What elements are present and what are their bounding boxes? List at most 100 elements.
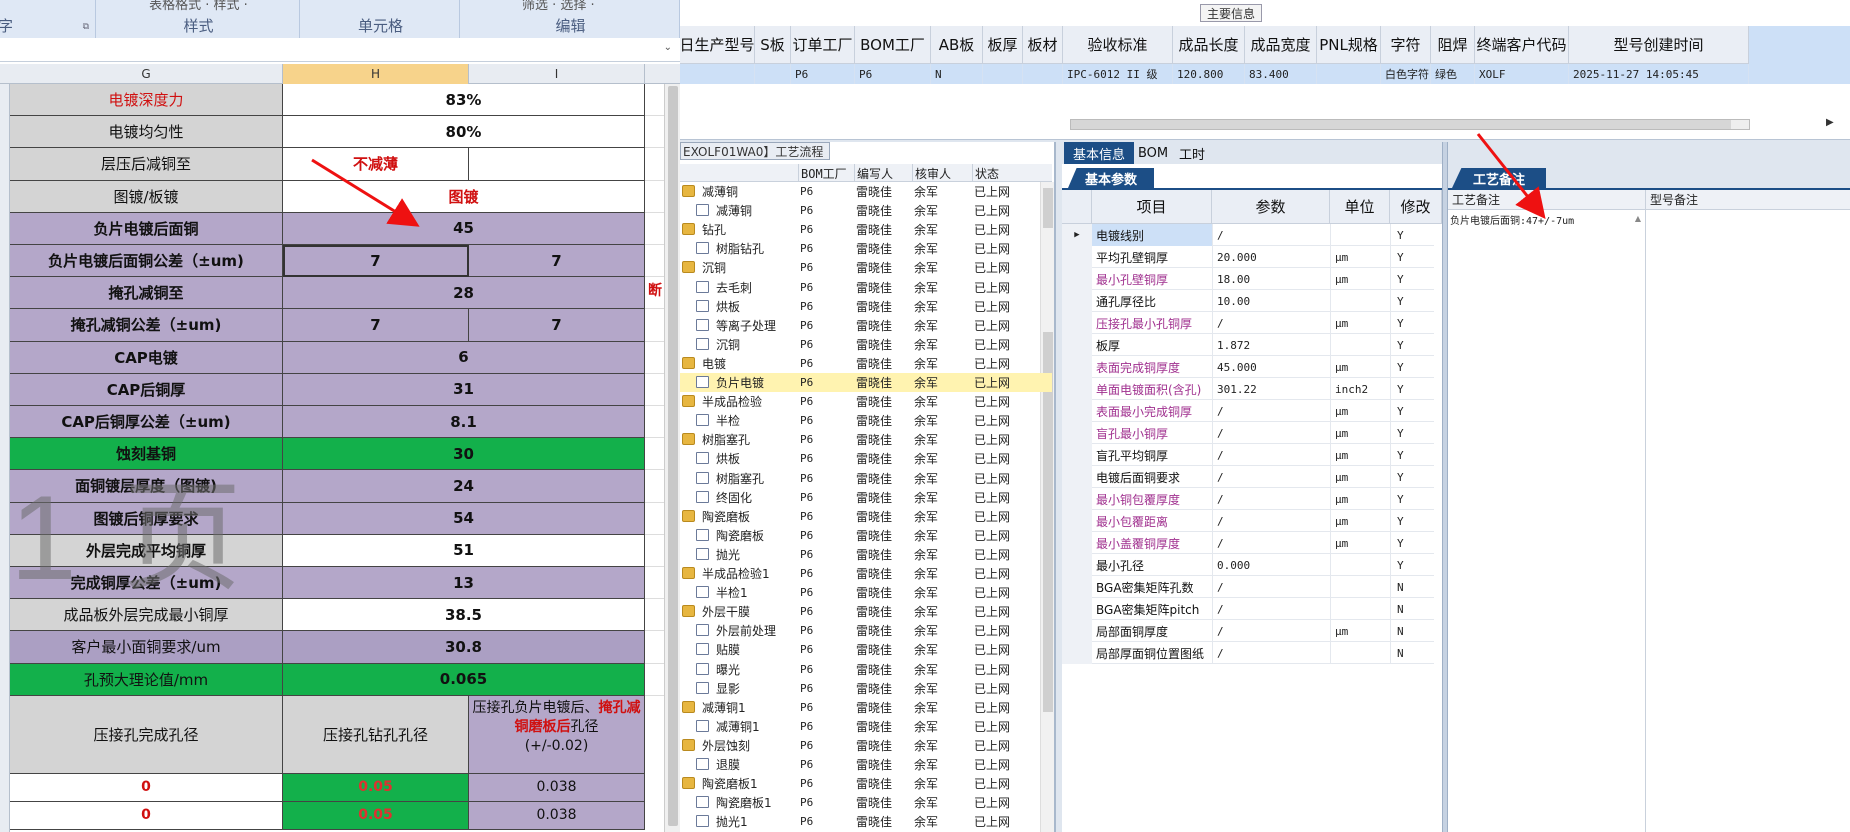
- main-header-cell[interactable]: 成品宽度: [1245, 26, 1317, 64]
- note-scroll-up-icon[interactable]: ▲: [1635, 214, 1641, 223]
- ribbon-top-text[interactable]: 筛选 · 选择 ·: [522, 0, 679, 13]
- bottom-value[interactable]: 0.05: [283, 773, 469, 802]
- main-row-cell[interactable]: 83.400: [1245, 64, 1317, 84]
- bottom-value[interactable]: 0.038: [469, 773, 645, 802]
- flow-row[interactable]: 树脂塞孔 P6 雷晓佳 余军 已上网: [680, 430, 1052, 449]
- flow-row[interactable]: 贴膜 P6 雷晓佳 余军 已上网: [680, 640, 1052, 659]
- flow-row[interactable]: 半检1 P6 雷晓佳 余军 已上网: [680, 583, 1052, 602]
- flow-row[interactable]: 半成品检验 P6 雷晓佳 余军 已上网: [680, 392, 1052, 411]
- main-header-cell[interactable]: 验收标准: [1063, 26, 1173, 64]
- basic-header-cell[interactable]: 单位: [1330, 190, 1390, 224]
- main-header-cell[interactable]: 终端客户代码: [1475, 26, 1569, 64]
- value-cell[interactable]: 31: [283, 373, 645, 406]
- flow-row[interactable]: 半成品检验1 P6 雷晓佳 余军 已上网: [680, 564, 1052, 583]
- param-row[interactable]: 电镀后面铜要求 / μm Y: [1062, 466, 1434, 488]
- param-row[interactable]: 最小铜包覆厚度 / μm Y: [1062, 488, 1434, 510]
- value-cell[interactable]: 图镀: [283, 180, 645, 213]
- param-value[interactable]: /: [1212, 620, 1330, 642]
- value-cell-h[interactable]: 7: [283, 309, 469, 342]
- main-row-cell[interactable]: 2025-11-27 14:05:45: [1569, 64, 1749, 84]
- param-value[interactable]: 10.00: [1212, 290, 1330, 312]
- main-row-cell[interactable]: [1317, 64, 1381, 84]
- main-row-cell[interactable]: XOLF: [1475, 64, 1569, 84]
- flow-row[interactable]: 电镀 P6 雷晓佳 余军 已上网: [680, 354, 1052, 373]
- value-cell-i[interactable]: 7: [469, 309, 645, 342]
- value-cell[interactable]: 8.1: [283, 406, 645, 439]
- expand-formula-icon[interactable]: ⌄: [664, 42, 672, 53]
- scrollbar-thumb[interactable]: [668, 86, 678, 826]
- value-cell[interactable]: 28: [283, 277, 645, 310]
- flow-row[interactable]: 去毛刺 P6 雷晓佳 余军 已上网: [680, 278, 1052, 297]
- flow-row[interactable]: 陶瓷磨板1 P6 雷晓佳 余军 已上网: [680, 793, 1052, 812]
- flow-header-cell[interactable]: BOM工厂: [798, 164, 854, 182]
- flow-row[interactable]: 陶瓷磨板1 P6 雷晓佳 余军 已上网: [680, 774, 1052, 793]
- param-value[interactable]: 45.000: [1212, 356, 1330, 378]
- flow-header-name[interactable]: [680, 164, 798, 182]
- param-value[interactable]: /: [1212, 576, 1330, 598]
- main-header-cell[interactable]: 日生产型号: [680, 26, 755, 64]
- param-row[interactable]: 压接孔最小孔铜厚 / μm Y: [1062, 312, 1434, 334]
- main-row-cell[interactable]: [755, 64, 791, 84]
- main-row-cell[interactable]: P6: [791, 64, 855, 84]
- value-cell[interactable]: 51: [283, 534, 645, 567]
- flow-row[interactable]: 陶瓷磨板 P6 雷晓佳 余军 已上网: [680, 507, 1052, 526]
- basic-header-cell[interactable]: 项目: [1092, 190, 1212, 224]
- main-header-cell[interactable]: 型号创建时间: [1569, 26, 1749, 64]
- flow-tab[interactable]: EXOLF01WA0】工艺流程: [680, 142, 830, 160]
- param-value[interactable]: 18.00: [1212, 268, 1330, 290]
- flow-row[interactable]: 退膜 P6 雷晓佳 余军 已上网: [680, 755, 1052, 774]
- value-cell[interactable]: 30: [283, 438, 645, 471]
- value-cell[interactable]: 45: [283, 212, 645, 245]
- param-value[interactable]: 301.22: [1212, 378, 1330, 400]
- flow-row[interactable]: 烘板 P6 雷晓佳 余军 已上网: [680, 449, 1052, 468]
- main-header-cell[interactable]: BOM工厂: [855, 26, 931, 64]
- param-value[interactable]: /: [1212, 400, 1330, 422]
- tab-process-notes[interactable]: 工艺备注: [1452, 168, 1546, 188]
- main-row-cell[interactable]: P6: [855, 64, 931, 84]
- flow-row[interactable]: 沉铜 P6 雷晓佳 余军 已上网: [680, 335, 1052, 354]
- flow-row[interactable]: 抛光 P6 雷晓佳 余军 已上网: [680, 545, 1052, 564]
- value-cell[interactable]: 80%: [283, 116, 645, 149]
- horizontal-scrollbar[interactable]: [1070, 119, 1750, 130]
- value-cell[interactable]: 30.8: [283, 631, 645, 664]
- param-row[interactable]: 盲孔平均铜厚 / μm Y: [1062, 444, 1434, 466]
- main-header-cell[interactable]: 阻焊: [1431, 26, 1475, 64]
- param-row[interactable]: 局部面铜厚度 / μm N: [1062, 620, 1434, 642]
- flow-row[interactable]: 减薄铜 P6 雷晓佳 余军 已上网: [680, 201, 1052, 220]
- flow-row[interactable]: 沉铜 P6 雷晓佳 余军 已上网: [680, 258, 1052, 277]
- flow-row[interactable]: 减薄铜 P6 雷晓佳 余军 已上网: [680, 182, 1052, 201]
- bottom-value[interactable]: 0: [10, 773, 283, 802]
- value-cell[interactable]: 0.065: [283, 663, 645, 696]
- column-header-g[interactable]: G: [10, 64, 283, 84]
- flow-row[interactable]: 减薄铜1 P6 雷晓佳 余军 已上网: [680, 717, 1052, 736]
- param-value[interactable]: /: [1212, 598, 1330, 620]
- param-value[interactable]: /: [1212, 642, 1330, 664]
- subtab-basic-params[interactable]: 基本参数: [1068, 168, 1154, 188]
- main-header-cell[interactable]: 订单工厂: [791, 26, 855, 64]
- flow-row[interactable]: 负片电镀 P6 雷晓佳 余军 已上网: [680, 373, 1052, 392]
- param-value[interactable]: /: [1212, 312, 1330, 334]
- value-cell-h[interactable]: 不减薄: [283, 148, 469, 181]
- flow-row[interactable]: 曝光 P6 雷晓佳 余军 已上网: [680, 660, 1052, 679]
- param-row[interactable]: 最小孔径 0.000 Y: [1062, 554, 1434, 576]
- main-row-cell[interactable]: 白色字符: [1381, 64, 1431, 84]
- main-row-cell[interactable]: 绿色: [1431, 64, 1475, 84]
- excel-vertical-scrollbar[interactable]: [664, 84, 680, 832]
- notes-col-process[interactable]: 工艺备注: [1448, 190, 1646, 210]
- dialog-launcher-icon[interactable]: ⧉: [83, 22, 89, 32]
- process-note-cell[interactable]: 负片电镀后面铜:47+/-7um ▲: [1448, 210, 1646, 832]
- param-row[interactable]: 最小孔壁铜厚 18.00 μm Y: [1062, 268, 1434, 290]
- param-value[interactable]: /: [1212, 532, 1330, 554]
- param-value[interactable]: 1.872: [1212, 334, 1330, 356]
- param-row[interactable]: 板厚 1.872 Y: [1062, 334, 1434, 356]
- column-header-i[interactable]: I: [469, 64, 645, 84]
- param-row[interactable]: 平均孔壁铜厚 20.000 μm Y: [1062, 246, 1434, 268]
- main-row-cell[interactable]: [1023, 64, 1063, 84]
- main-row-cell[interactable]: N: [931, 64, 983, 84]
- flow-row[interactable]: 树脂钻孔 P6 雷晓佳 余军 已上网: [680, 239, 1052, 258]
- param-value[interactable]: /: [1212, 224, 1330, 246]
- main-header-cell[interactable]: 板材: [1023, 26, 1063, 64]
- value-cell-i[interactable]: [469, 148, 645, 181]
- param-row[interactable]: 表面最小完成铜厚 / μm Y: [1062, 400, 1434, 422]
- param-row[interactable]: ▶ 电镀线别 / Y: [1062, 224, 1434, 246]
